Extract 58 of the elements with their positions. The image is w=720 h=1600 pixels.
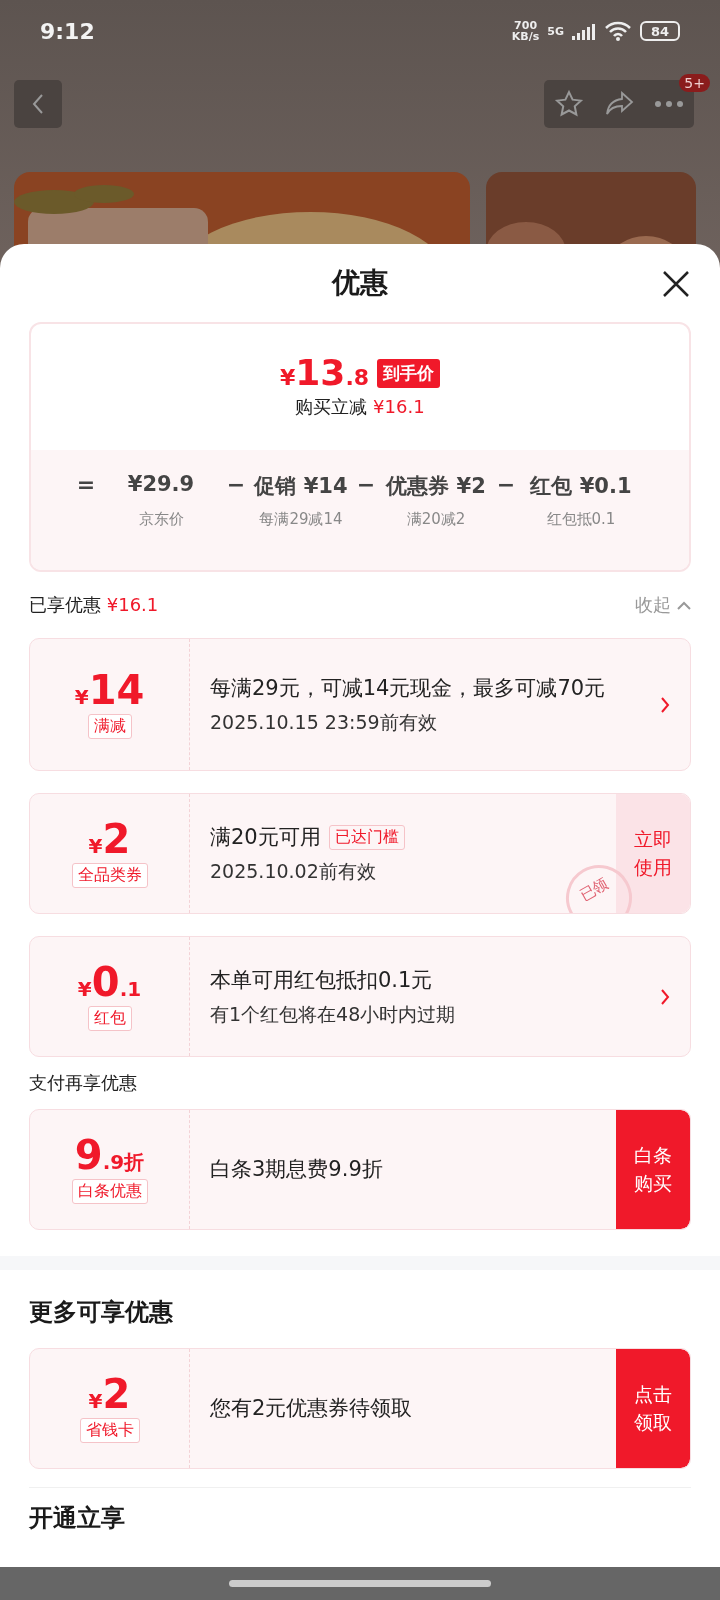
breakdown-note: 红包抵0.1 [545, 510, 617, 529]
coupon-subtitle: 有1个红包将在48小时内过期 [210, 1001, 457, 1027]
coupon-action-button[interactable]: 白条购买 [616, 1110, 690, 1229]
back-button[interactable] [14, 80, 62, 128]
enjoyed-discount: 已享优惠 ¥16.1 [29, 593, 159, 617]
coupon-title: 白条3期息费9.9折 [210, 1156, 383, 1184]
wifi-icon [604, 21, 632, 41]
coupon-action-button[interactable]: 立即使用 [616, 794, 690, 913]
breakdown-amount: ¥29.9 [126, 472, 196, 498]
chevron-right-icon[interactable] [660, 695, 670, 714]
coupon-type-tag: 红包 [87, 1006, 132, 1031]
chevron-right-icon[interactable] [660, 987, 670, 1006]
section-label: 支付再享优惠 [28, 1071, 138, 1095]
coupon-type-tag: 全品类券 [71, 863, 148, 888]
coupon-action-button[interactable]: 点击领取 [616, 1349, 690, 1468]
more-icon [654, 100, 684, 108]
coupon-title: 每满29元，可减14元现金，最多可减70元 [210, 675, 606, 703]
breakdown-note: 满20减2 [405, 510, 467, 529]
breakdown-amount: 促销 ¥14 [252, 473, 349, 500]
breakdown-note: 每满29减14 [258, 510, 344, 529]
breakdown-note: 京东价 [137, 510, 185, 529]
notification-badge: 5+ [679, 74, 710, 92]
breakdown-amount: 优惠券 ¥2 [384, 473, 487, 500]
battery-icon: 84 [640, 21, 680, 41]
section-title: 更多可享优惠 [28, 1297, 174, 1328]
star-icon [554, 89, 584, 119]
network-type: 5G [547, 24, 564, 38]
coupon-type-tag: 白条优惠 [71, 1179, 148, 1204]
coupon-type-tag: 省钱卡 [79, 1418, 140, 1443]
final-price-tag: 到手价 [377, 358, 441, 388]
coupon-amount: ¥2 [88, 1374, 131, 1414]
network-speed-unit: KB/s [511, 31, 540, 42]
coupon-subtitle: 2025.10.02前有效 [210, 858, 377, 884]
coupon-amount: ¥0.1 [77, 962, 142, 1002]
collapse-toggle[interactable]: 收起 [635, 593, 691, 617]
sheet-title: 优惠 [332, 265, 388, 301]
back-icon [31, 92, 45, 116]
status-time: 9:12 [40, 18, 95, 44]
instant-savings: 购买立减 ¥16.1 [295, 395, 425, 419]
breakdown-amount: 红包 ¥0.1 [529, 473, 633, 500]
coupon-title: 满20元可用 [210, 824, 321, 852]
operator: − [495, 472, 517, 499]
operator: − [355, 472, 377, 499]
network-speed-value: 700 [514, 20, 538, 31]
coupon-type-tag: 满减 [87, 714, 132, 739]
threshold-tag: 已达门槛 [328, 825, 405, 850]
signal-icon [572, 22, 596, 40]
section-title: 开通立享 [28, 1503, 126, 1533]
coupon-amount: ¥2 [88, 819, 131, 859]
coupon-title: 您有2元优惠券待领取 [210, 1395, 413, 1423]
operator: − [225, 472, 247, 499]
operator: = [75, 472, 97, 499]
final-price: ¥13.8 [279, 355, 370, 391]
caret-icon [677, 600, 691, 610]
coupon-title: 本单可用红包抵扣0.1元 [210, 967, 433, 995]
coupon-amount: ¥14 [74, 670, 145, 710]
coupon-amount: 9.9折 [74, 1135, 145, 1175]
coupon-subtitle: 2025.10.15 23:59前有效 [210, 709, 438, 735]
